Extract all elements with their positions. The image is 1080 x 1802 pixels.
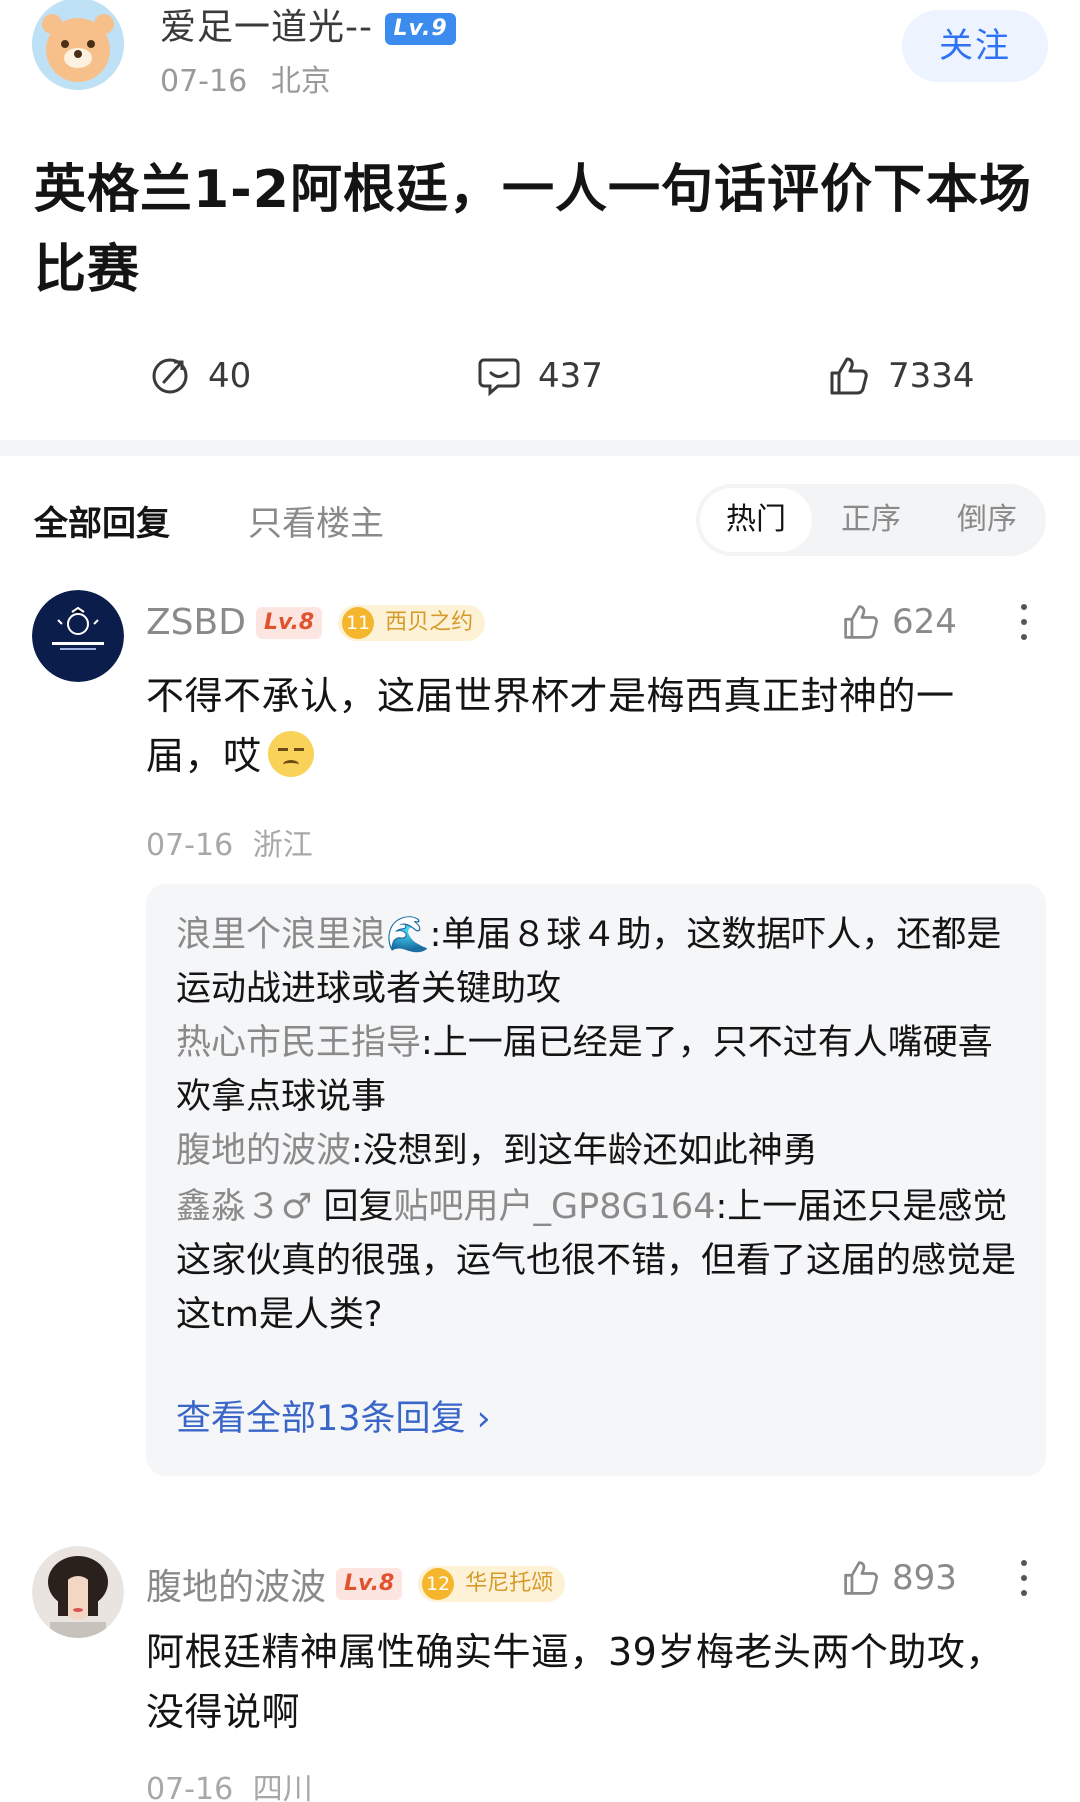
level-badge: Lv.8	[336, 1568, 403, 1600]
sub-reply-author[interactable]: 热心市民王指导	[176, 1023, 421, 1063]
thumbs-up-icon	[830, 357, 868, 395]
post-meta: 07-16 北京	[160, 56, 331, 100]
club-level-icon: 12	[415, 1561, 461, 1607]
comment-text-content: 不得不承认，这届世界杯才是梅西真正封神的一届，哎	[146, 674, 955, 778]
sub-reply[interactable]: 鑫淼３♂ 回复贴吧用户_GP8G164:上一届还只是感觉这家伙真的很强，运气也很…	[176, 1180, 1016, 1342]
post-stats: 40 437 7334	[0, 346, 1080, 406]
unamused-emoji-icon	[267, 731, 314, 777]
comment-count: 437	[538, 356, 603, 396]
share-button[interactable]: 40	[150, 346, 251, 406]
comment-button[interactable]: 437	[478, 346, 603, 406]
author-name[interactable]: 爱足一道光-- Lv.9	[160, 0, 456, 50]
share-count: 40	[208, 356, 252, 396]
author-name-text[interactable]: 爱足一道光--	[160, 7, 373, 48]
club-name: 西贝之约	[385, 609, 474, 635]
comment-text: 阿根廷精神属性确实牛逼，39岁梅老头两个助攻，没得说啊	[146, 1630, 1004, 1734]
sort-ascending[interactable]: 正序	[816, 484, 926, 556]
comment-date: 07-16	[146, 1772, 234, 1802]
commenter-name[interactable]: 腹地的波波 Lv.8 12 华尼托颂	[146, 1558, 566, 1610]
view-all-replies-link[interactable]: 查看全部13条回复 ›	[176, 1390, 491, 1441]
comment-date: 07-16	[146, 828, 234, 863]
post-title: 英格兰1-2阿根廷，一人一句话评价下本场比赛	[34, 160, 1032, 300]
sub-reply[interactable]: 腹地的波波:没想到，到这年龄还如此神勇	[176, 1124, 1016, 1178]
commenter-name-text[interactable]: ZSBD	[146, 602, 246, 643]
more-options-icon[interactable]	[1014, 1560, 1034, 1604]
like-count: 7334	[888, 356, 975, 396]
comment-like-button[interactable]: 624	[842, 602, 957, 642]
sub-reply-author[interactable]: 腹地的波波	[176, 1131, 351, 1171]
tab-all-replies[interactable]: 全部回复	[34, 496, 170, 545]
sub-reply-author[interactable]: 鑫淼３♂	[176, 1187, 312, 1227]
level-badge: Lv.8	[255, 606, 323, 639]
author-avatar[interactable]	[32, 0, 124, 90]
commenter-name[interactable]: ZSBD Lv.8 11 西贝之约	[146, 599, 486, 646]
sub-reply[interactable]: 热心市民王指导:上一届已经是了，只不过有人嘴硬喜欢拿点球说事	[176, 1016, 1016, 1124]
post-location: 北京	[270, 64, 331, 99]
section-divider	[0, 440, 1080, 456]
sort-hot[interactable]: 热门	[700, 488, 812, 552]
more-options-icon[interactable]	[1014, 604, 1034, 648]
comment-location: 四川	[252, 1772, 313, 1802]
reply-tabs: 全部回复 只看楼主 热门 正序 倒序	[0, 478, 1080, 562]
sub-replies-panel[interactable]: 浪里个浪里浪🌊:单届８球４助，这数据吓人，还都是运动战进球或者关键助攻 热心市民…	[146, 884, 1046, 1476]
comment-like-count: 624	[892, 602, 957, 642]
comment-meta: 07-16 四川	[146, 1764, 313, 1802]
sub-reply[interactable]: 浪里个浪里浪🌊:单届８球４助，这数据吓人，还都是运动战进球或者关键助攻	[176, 908, 1016, 1016]
comment-like-button[interactable]: 893	[842, 1558, 957, 1598]
club-level-icon: 11	[335, 599, 381, 646]
share-icon	[152, 358, 188, 394]
sub-reply-text: :没想到，到这年龄还如此神勇	[351, 1131, 818, 1171]
club-level: 12	[426, 1573, 451, 1595]
comment-icon	[478, 358, 520, 396]
sub-reply-author[interactable]: 浪里个浪里浪🌊	[176, 915, 430, 955]
follow-button[interactable]: 关注	[902, 10, 1048, 82]
comment-text: 不得不承认，这届世界杯才是梅西真正封神的一届，哎	[146, 666, 1026, 786]
thumbs-up-icon	[844, 1561, 878, 1595]
post-date: 07-16	[160, 64, 248, 99]
commenter-name-text[interactable]: 腹地的波波	[146, 1558, 326, 1610]
sort-selector: 热门 正序 倒序	[696, 484, 1046, 556]
commenter-avatar[interactable]	[32, 1546, 124, 1638]
commenter-avatar[interactable]	[32, 590, 124, 682]
club-name: 华尼托颂	[465, 1571, 554, 1596]
club-badge[interactable]: 12 华尼托颂	[415, 1561, 566, 1607]
club-level: 11	[346, 611, 371, 634]
thumbs-up-icon	[844, 605, 878, 639]
reply-target-user[interactable]: 贴吧用户_GP8G164	[394, 1187, 716, 1227]
comment-location: 浙江	[252, 828, 313, 863]
tab-op-only[interactable]: 只看楼主	[248, 496, 384, 545]
post-header: 爱足一道光-- Lv.9 07-16 北京 关注 英格兰1-2阿根廷，一人一句话…	[0, 0, 1080, 440]
comment-meta: 07-16 浙江	[146, 820, 313, 864]
like-button[interactable]: 7334	[828, 346, 975, 406]
comment-like-count: 893	[892, 1558, 957, 1598]
sort-descending[interactable]: 倒序	[932, 484, 1042, 556]
reply-to-label: 回复	[323, 1187, 394, 1227]
level-badge: Lv.9	[385, 13, 456, 45]
club-badge[interactable]: 11 西贝之约	[335, 599, 486, 646]
